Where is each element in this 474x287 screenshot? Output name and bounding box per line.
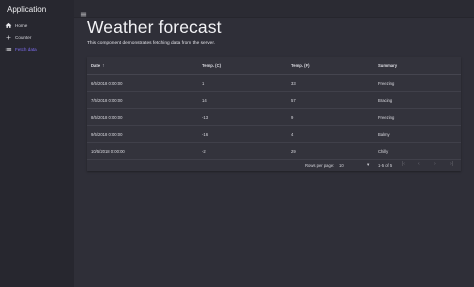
cell-date: 7/5/2018 0:00:00 bbox=[91, 97, 123, 103]
dropdown-caret-icon[interactable]: ▾ bbox=[367, 162, 369, 168]
sidebar-item-label: Fetch data bbox=[15, 46, 37, 52]
table-row: 6/5/2018 0:00:00 1 33 Freezing bbox=[87, 75, 461, 92]
page-description: This component demonstrates fetching dat… bbox=[87, 41, 215, 46]
page-title: Weather forecast bbox=[87, 17, 222, 37]
table-row: 9/5/2018 0:00:00 -16 4 Balmy bbox=[87, 126, 461, 143]
pagination-bar: Rows per page: 10 ▾ 1-5 of 5 |‹ ‹ › ›| bbox=[87, 160, 461, 171]
sidebar-item-label: Home bbox=[15, 22, 28, 28]
cell-temp-c: -16 bbox=[202, 131, 209, 137]
cell-date: 8/5/2018 0:00:00 bbox=[91, 114, 123, 120]
cell-date: 6/5/2018 0:00:00 bbox=[91, 80, 123, 86]
home-icon bbox=[5, 22, 12, 29]
cell-temp-f: 4 bbox=[291, 131, 294, 137]
nav-menu: Home Counter Fetch data bbox=[0, 19, 74, 55]
table-header: Date ↑ Temp. (C) Temp. (F) Summary bbox=[87, 57, 461, 75]
table-row: 10/5/2018 0:00:00 -2 29 Chilly bbox=[87, 143, 461, 160]
sidebar-item-label: Counter bbox=[15, 34, 32, 40]
sort-arrow-up-icon: ↑ bbox=[102, 62, 105, 69]
column-header-temp-c[interactable]: Temp. (C) bbox=[202, 63, 221, 68]
cell-summary: Bracing bbox=[378, 97, 393, 103]
cell-temp-f: 57 bbox=[291, 97, 296, 103]
rows-per-page-label: Rows per page: bbox=[305, 163, 335, 168]
cell-temp-f: 33 bbox=[291, 80, 296, 86]
cell-temp-c: 14 bbox=[202, 97, 207, 103]
plus-icon bbox=[5, 34, 12, 41]
cell-temp-c: -13 bbox=[202, 114, 209, 120]
cell-summary: Balmy bbox=[378, 131, 390, 137]
pagination-range: 1-5 of 5 bbox=[378, 163, 393, 168]
cell-temp-c: 1 bbox=[202, 80, 205, 86]
rows-per-page-select[interactable]: 10 bbox=[339, 163, 344, 168]
table-row: 8/5/2018 0:00:00 -13 9 Freezing bbox=[87, 109, 461, 126]
forecast-table: Date ↑ Temp. (C) Temp. (F) Summary 6/5/20… bbox=[87, 57, 461, 171]
cell-date: 9/5/2018 0:00:00 bbox=[91, 131, 123, 137]
cell-temp-c: -2 bbox=[202, 148, 206, 154]
column-header-date[interactable]: Date ↑ bbox=[91, 63, 105, 69]
sidebar-item-counter[interactable]: Counter bbox=[0, 31, 74, 43]
sidebar: Application Home Counter Fetch data bbox=[0, 0, 74, 287]
previous-page-icon[interactable]: ‹ bbox=[418, 161, 420, 167]
cell-temp-f: 9 bbox=[291, 114, 294, 120]
table-row: 7/5/2018 0:00:00 14 57 Bracing bbox=[87, 92, 461, 109]
next-page-icon[interactable]: › bbox=[434, 161, 436, 167]
column-header-temp-f[interactable]: Temp. (F) bbox=[291, 63, 310, 68]
list-icon bbox=[5, 46, 12, 53]
cell-temp-f: 29 bbox=[291, 148, 296, 154]
hamburger-menu-icon[interactable] bbox=[80, 5, 87, 17]
sidebar-item-fetch-data[interactable]: Fetch data bbox=[0, 43, 74, 55]
cell-summary: Freezing bbox=[378, 114, 395, 120]
column-header-summary[interactable]: Summary bbox=[378, 63, 397, 68]
cell-summary: Chilly bbox=[378, 148, 389, 154]
cell-summary: Freezing bbox=[378, 80, 395, 86]
top-bar bbox=[74, 0, 474, 18]
cell-date: 10/5/2018 0:00:00 bbox=[91, 148, 125, 154]
first-page-icon[interactable]: |‹ bbox=[402, 161, 405, 167]
app-title: Application bbox=[7, 4, 47, 14]
last-page-icon[interactable]: ›| bbox=[450, 161, 453, 167]
main-content: Weather forecast This component demonstr… bbox=[74, 17, 474, 287]
app: Application Home Counter Fetch data Weat… bbox=[0, 0, 474, 287]
sidebar-item-home[interactable]: Home bbox=[0, 19, 74, 31]
